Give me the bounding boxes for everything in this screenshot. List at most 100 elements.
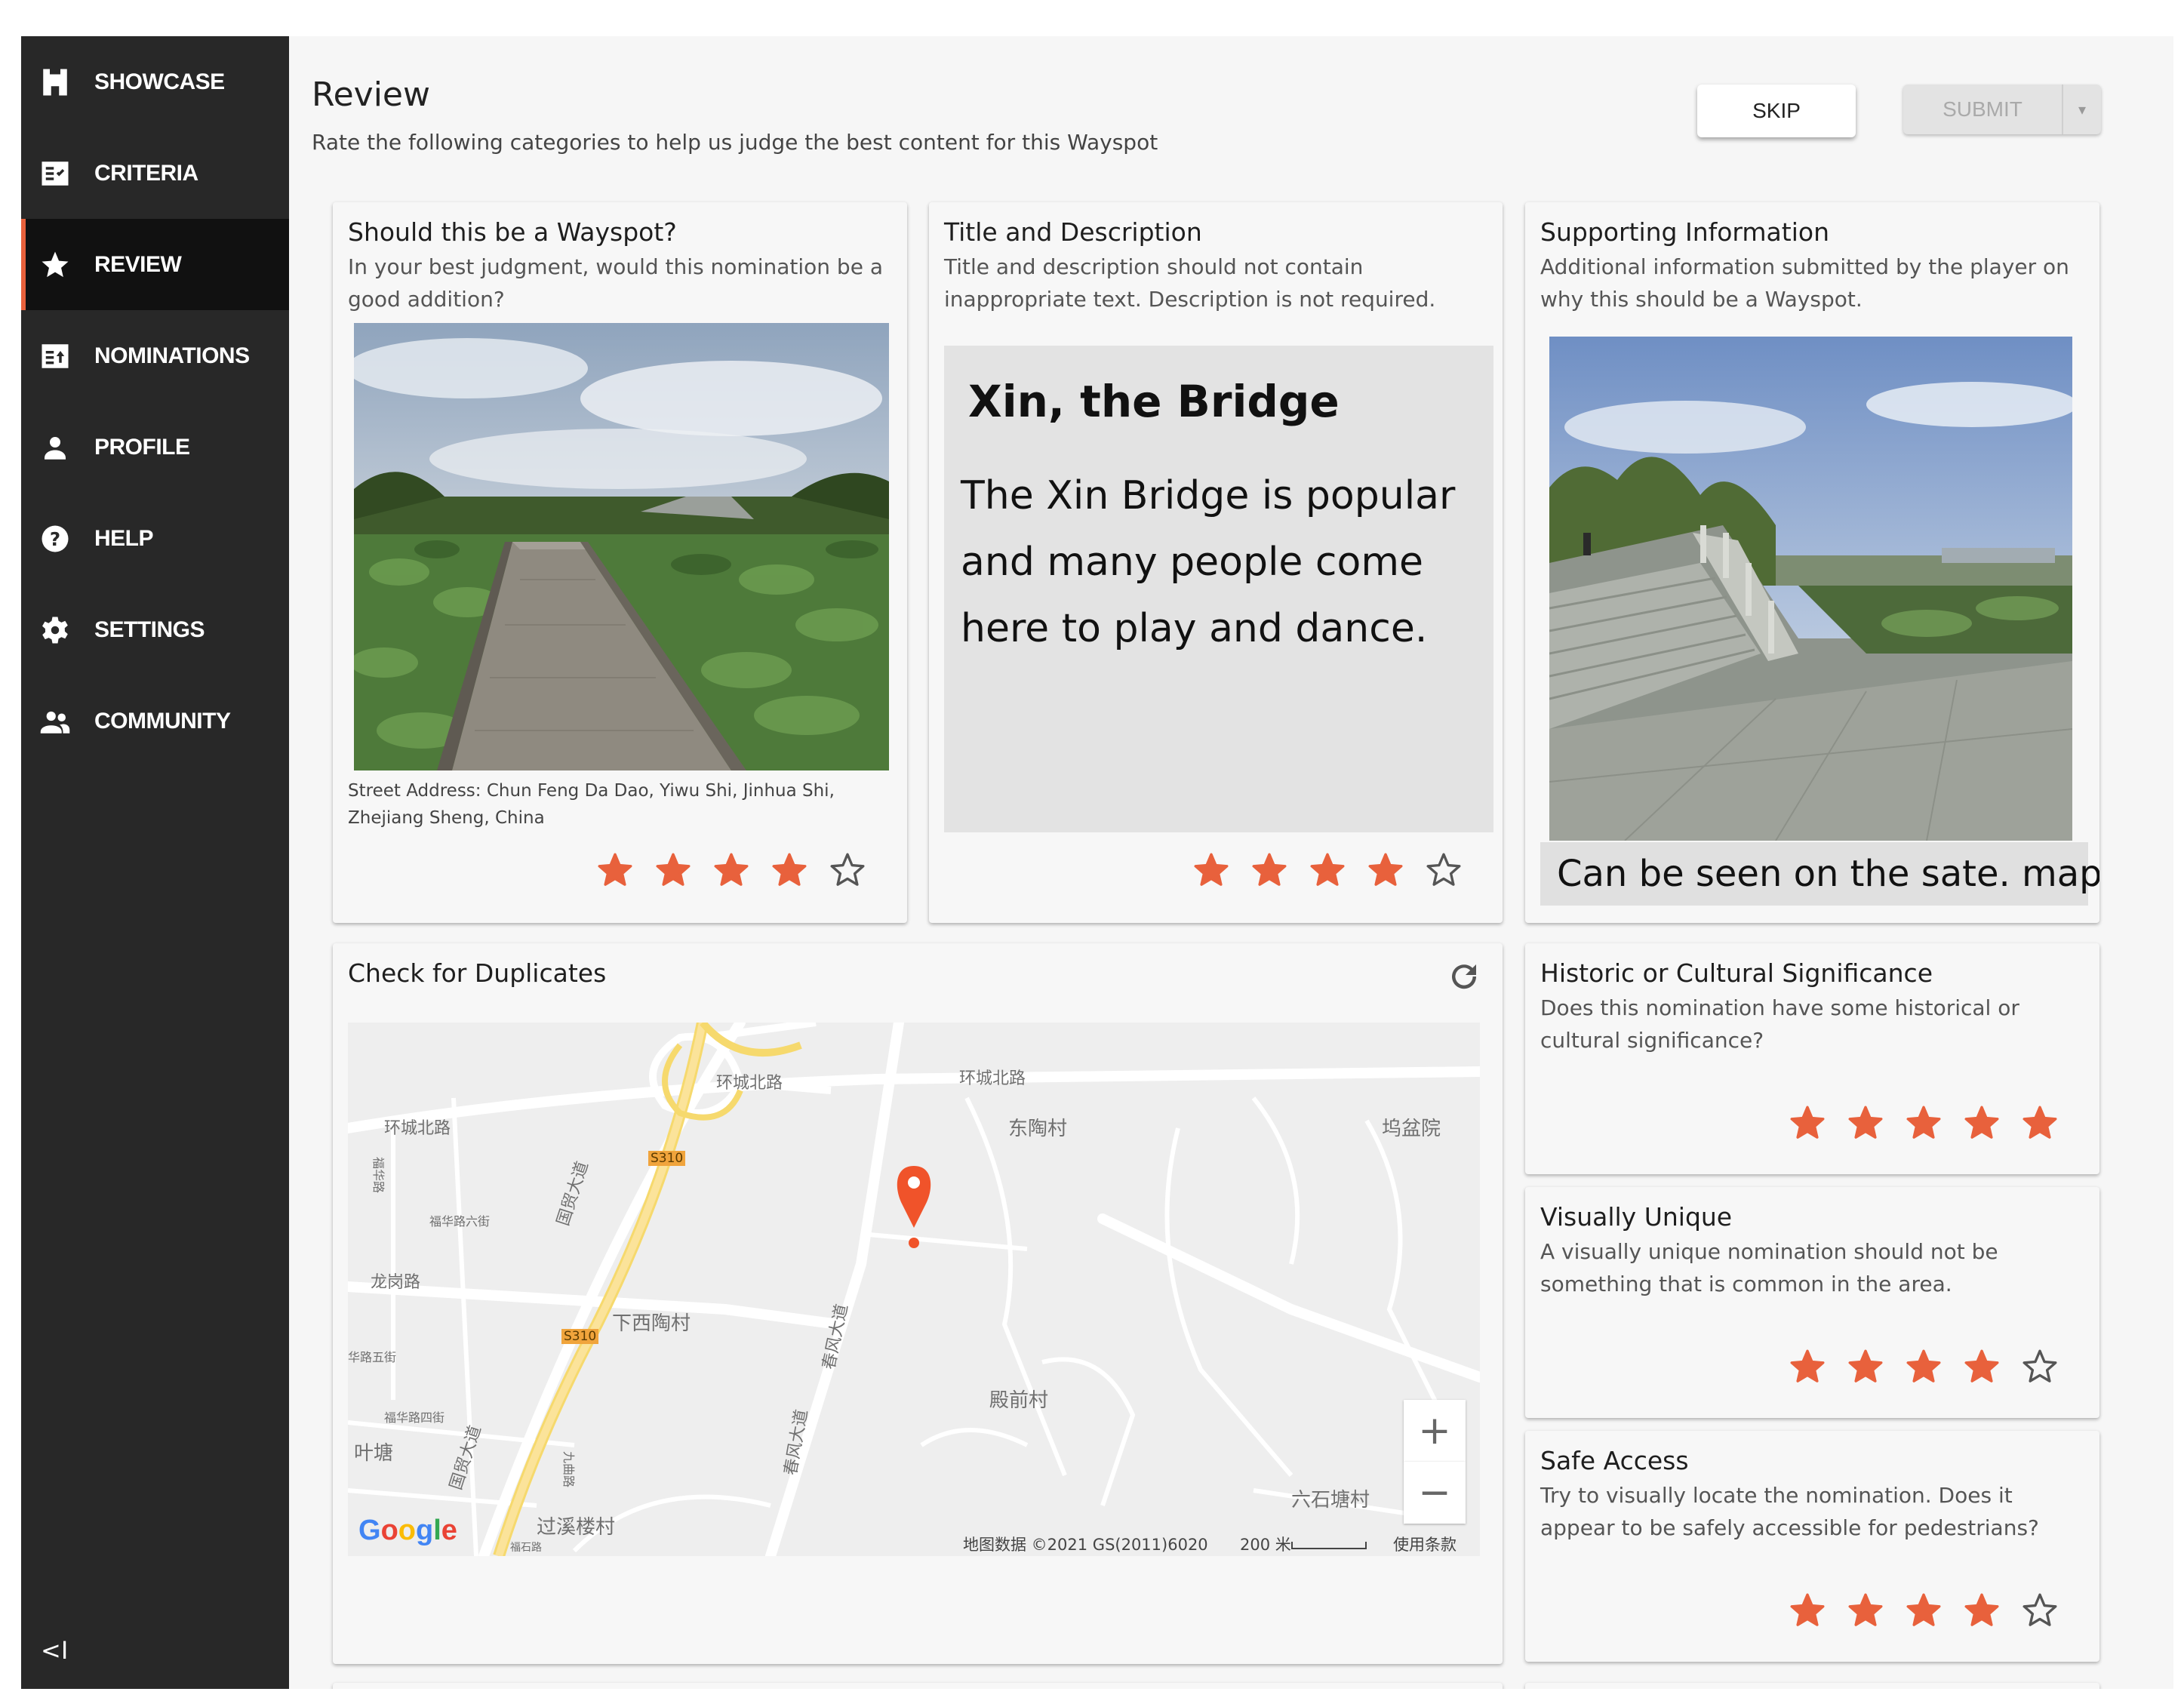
map-label: 福石路 (510, 1542, 542, 1554)
help-icon: ? (38, 521, 72, 556)
star-filled-icon[interactable] (1298, 847, 1356, 893)
star-filled-icon[interactable] (1952, 1100, 2010, 1146)
sidebar-item-label: REVIEW (94, 252, 182, 277)
logo-letter: e (441, 1515, 457, 1546)
map-label: 殿前村 (989, 1389, 1049, 1412)
sidebar-item-label: COMMUNITY (94, 709, 231, 734)
star-filled-icon[interactable] (1836, 1100, 1894, 1146)
skip-button[interactable]: SKIP (1697, 85, 1856, 137)
sidebar-item-label: SHOWCASE (94, 69, 225, 94)
sidebar-item-label: CRITERIA (94, 161, 198, 186)
star-filled-icon[interactable] (1182, 847, 1240, 893)
street-address: Street Address: Chun Feng Da Dao, Yiwu S… (348, 781, 835, 828)
submit-button[interactable]: SUBMIT (1903, 85, 2062, 134)
star-filled-icon[interactable] (702, 847, 760, 893)
star-filled-icon[interactable] (1836, 1588, 1894, 1633)
sidebar-item-profile[interactable]: PROFILE (21, 401, 289, 493)
star-filled-icon[interactable] (1894, 1344, 1952, 1389)
star-filled-icon[interactable] (644, 847, 702, 893)
card-description: A visually unique nomination should not … (1540, 1239, 1998, 1296)
sidebar-item-criteria[interactable]: CRITERIA (21, 128, 289, 219)
star-filled-icon[interactable] (1778, 1100, 1836, 1146)
app-frame: SHOWCASE CRITERIA REVIEW NOMINATIONS PRO… (21, 36, 2173, 1689)
star-filled-icon[interactable] (1952, 1588, 2010, 1633)
map-label: 过溪楼村 (537, 1516, 616, 1539)
zoom-out-button[interactable]: − (1404, 1462, 1466, 1524)
card-title: Historic or Cultural Significance (1540, 958, 1933, 988)
sidebar-item-label: SETTINGS (94, 617, 205, 642)
logo-letter: l (433, 1515, 441, 1546)
star-filled-icon[interactable] (1778, 1588, 1836, 1633)
star-filled-icon[interactable] (2010, 1100, 2069, 1146)
map-label: 九曲路 (561, 1450, 577, 1488)
supporting-info-card: Supporting Information Additional inform… (1525, 202, 2099, 923)
map-scale-bar (1291, 1542, 1367, 1549)
nomination-description: The Xin Bridge is popular and many peopl… (961, 473, 1456, 651)
sidebar-item-nominations[interactable]: NOMINATIONS (21, 310, 289, 401)
collapse-sidebar-button[interactable]: <I (41, 1636, 78, 1674)
duplicates-map[interactable]: 环城北路 环城北路 环城北路 东陶村 坞盆院 下西陶村 殿前村 六石塘村 叶塘 … (348, 1023, 1480, 1556)
map-terms-link[interactable]: 使用条款 (1393, 1533, 1457, 1555)
star-filled-icon[interactable] (586, 847, 644, 893)
star-filled-icon[interactable] (1240, 847, 1298, 893)
sidebar-item-showcase[interactable]: SHOWCASE (21, 36, 289, 128)
person-icon (38, 430, 72, 465)
star-empty-icon[interactable] (818, 847, 876, 893)
map-attribution: 地图数据 ©2021 GS(2011)6020 (963, 1536, 1208, 1554)
star-filled-icon[interactable] (1356, 847, 1414, 893)
map-label: 福华路 (371, 1156, 386, 1194)
google-logo: Google (358, 1515, 457, 1547)
submit-dropdown-button[interactable]: ▾ (2062, 85, 2101, 134)
sidebar-item-label: HELP (94, 526, 154, 551)
card-description: Does this nomination have some historica… (1540, 995, 2019, 1053)
nomination-text-box: Xin, the Bridge The Xin Bridge is popula… (944, 346, 1493, 832)
star-filled-icon[interactable] (1836, 1344, 1894, 1389)
map-label: 六石塘村 (1291, 1489, 1370, 1512)
card-title: Check for Duplicates (348, 958, 607, 988)
logo-letter: g (416, 1515, 434, 1546)
rating-stars-historic (1778, 1100, 2069, 1146)
sidebar: SHOWCASE CRITERIA REVIEW NOMINATIONS PRO… (21, 36, 289, 1689)
highway-shield: S310 (648, 1151, 686, 1166)
map-label: 龙岗路 (371, 1273, 421, 1292)
gear-icon (38, 613, 72, 647)
card-description: Title and description should not contain… (944, 254, 1436, 312)
map-label: 环城北路 (716, 1074, 783, 1093)
highway-shield: S310 (561, 1329, 599, 1344)
logo-letter: G (358, 1515, 381, 1546)
star-empty-icon[interactable] (2010, 1588, 2069, 1633)
card-title: Visually Unique (1540, 1202, 1733, 1232)
map-scale-label: 200 米 (1240, 1536, 1291, 1554)
star-filled-icon[interactable] (1778, 1344, 1836, 1389)
sidebar-item-community[interactable]: COMMUNITY (21, 675, 289, 767)
map-label: 下西陶村 (612, 1312, 691, 1335)
nomination-title: Xin, the Bridge (968, 376, 1340, 427)
duplicates-card: Check for Duplicates 环城北路 环城北路 环城北路 东陶村 … (333, 943, 1503, 1664)
zoom-in-button[interactable]: + (1404, 1400, 1466, 1462)
map-label: 东陶村 (1008, 1118, 1068, 1140)
sidebar-item-help[interactable]: ? HELP (21, 493, 289, 584)
unique-card: Visually Unique A visually unique nomina… (1525, 1187, 2099, 1418)
star-empty-icon[interactable] (2010, 1344, 2069, 1389)
nominations-icon (38, 339, 72, 374)
sidebar-item-settings[interactable]: SETTINGS (21, 584, 289, 675)
card-title: Title and Description (944, 217, 1202, 247)
submit-button-group: SUBMIT ▾ (1903, 85, 2101, 134)
star-filled-icon[interactable] (1894, 1100, 1952, 1146)
rating-stars-unique (1778, 1344, 2069, 1389)
logo-letter: o (380, 1515, 398, 1546)
card-title: Supporting Information (1540, 217, 1829, 247)
rating-stars-title (1182, 847, 1472, 893)
card-title: Should this be a Wayspot? (348, 217, 677, 247)
sidebar-item-label: NOMINATIONS (94, 343, 250, 368)
star-filled-icon[interactable] (1894, 1588, 1952, 1633)
star-empty-icon[interactable] (1414, 847, 1472, 893)
refresh-icon[interactable] (1446, 958, 1482, 995)
supporting-photo[interactable] (1549, 337, 2072, 841)
star-filled-icon[interactable] (1952, 1344, 2010, 1389)
nomination-photo[interactable] (354, 323, 889, 770)
title-description-card: Title and Description Title and descript… (929, 202, 1503, 923)
page-subtitle: Rate the following categories to help us… (312, 130, 1158, 155)
sidebar-item-review[interactable]: REVIEW (21, 219, 289, 310)
star-filled-icon[interactable] (760, 847, 818, 893)
